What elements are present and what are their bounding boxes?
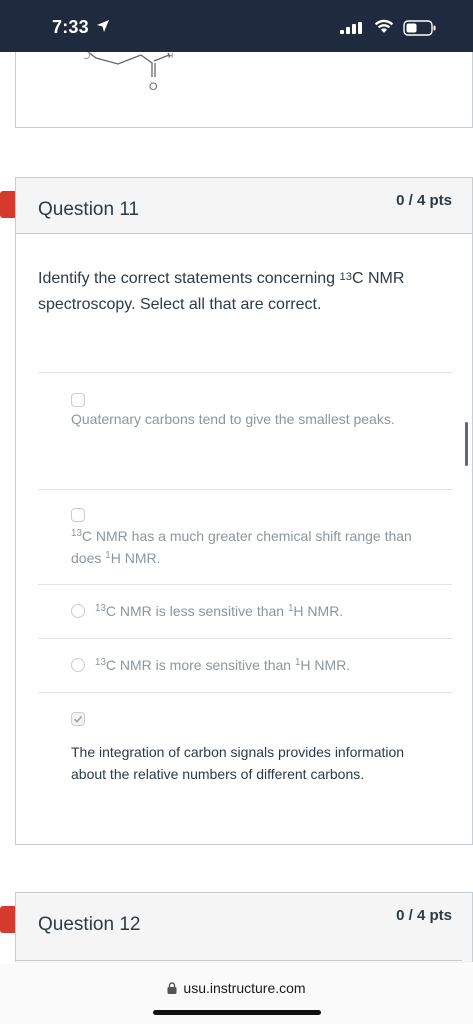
checkmark-icon <box>73 715 83 723</box>
answer-label: Quaternary carbons tend to give the smal… <box>71 411 395 427</box>
browser-bottom-bar: usu.instructure.com <box>0 964 473 1024</box>
url-text: usu.instructure.com <box>183 980 306 996</box>
question-12-header: Question 12 0 / 4 pts <box>16 893 472 963</box>
svg-text:O: O <box>149 81 158 93</box>
home-indicator[interactable] <box>153 1010 321 1015</box>
molecule-structure-image: O H <box>83 52 173 93</box>
answer-checkbox-checked[interactable] <box>71 712 85 726</box>
answer-label: 13C NMR has a much greater chemical shif… <box>71 528 412 566</box>
question-12-title: Question 12 <box>38 914 141 935</box>
answer-label: 13C NMR is more sensitive than 1H NMR. <box>95 657 351 673</box>
lock-icon <box>167 982 177 994</box>
svg-text:H: H <box>168 53 173 60</box>
answer-radio[interactable] <box>71 658 85 672</box>
question-11-points: 0 / 4 pts <box>396 192 452 209</box>
question-12-points: 0 / 4 pts <box>396 907 452 924</box>
status-bar: 7:33 <box>0 0 473 52</box>
answer-checkbox[interactable] <box>71 508 85 522</box>
cellular-signal-icon <box>340 22 362 34</box>
answer-option[interactable]: The integration of carbon signals provid… <box>38 692 452 812</box>
scrollbar-thumb[interactable] <box>465 422 468 466</box>
answer-label: The integration of carbon signals provid… <box>71 744 405 782</box>
answer-option[interactable]: 13C NMR is more sensitive than 1H NMR. <box>38 638 452 692</box>
status-time: 7:33 <box>52 17 89 37</box>
question-11-title: Question 11 <box>38 199 140 220</box>
answer-radio[interactable] <box>71 604 85 618</box>
answer-checkbox[interactable] <box>71 393 85 407</box>
answer-option[interactable]: 13C NMR is less sensitive than 1H NMR. <box>38 584 452 638</box>
question-11-header: Question 11 0 / 4 pts <box>16 178 472 234</box>
previous-question-card: O H <box>15 52 473 128</box>
address-bar[interactable]: usu.instructure.com <box>0 980 473 996</box>
wifi-icon <box>374 19 394 33</box>
battery-icon <box>403 20 436 36</box>
location-arrow-icon <box>97 20 109 32</box>
question-12-card: Question 12 0 / 4 pts <box>15 892 473 963</box>
answer-label: 13C NMR is less sensitive than 1H NMR. <box>95 603 344 619</box>
answer-option[interactable]: Quaternary carbons tend to give the smal… <box>38 372 452 489</box>
question-11-text: Identify the correct statements concerni… <box>38 270 405 313</box>
answer-option[interactable]: 13C NMR has a much greater chemical shif… <box>38 489 452 584</box>
